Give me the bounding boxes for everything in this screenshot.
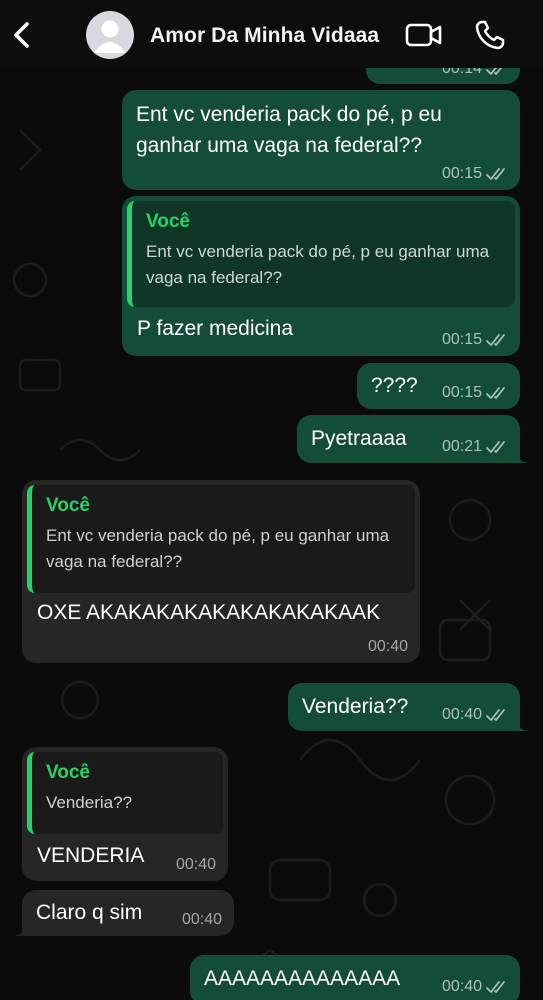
message-meta: 00:40 [182,911,222,929]
message-time: 00:40 [181,911,222,928]
quote-author: Você [46,495,91,516]
message-meta: 00:15 [442,384,508,402]
quote-text: Venderia?? [46,793,133,812]
double-check-icon [486,334,505,346]
message-bubble-incoming[interactable]: Você Venderia?? VENDERIA 00:40 [22,747,228,881]
message-bubble-outgoing[interactable]: Ent vc venderia pack do pé, p eu ganhar … [122,90,520,190]
message-meta: 00:40 [442,978,508,996]
message-text: Ent vc venderia pack do pé, p eu ganhar … [136,103,442,157]
message-meta: 00:40 [176,856,216,874]
message-time: 00:40 [441,978,482,995]
double-check-icon [486,168,505,180]
double-check-icon [486,387,505,399]
message-time: 00:21 [441,438,482,455]
message-time: 00:15 [441,384,482,401]
quote-text: Ent vc venderia pack do pé, p eu ganhar … [46,526,390,571]
contact-name[interactable]: Amor Da Minha Vidaaa [150,24,379,48]
message-meta: 00:40 [442,706,508,724]
double-check-icon [486,709,505,721]
message-bubble-incoming[interactable]: Claro q sim 00:40 [14,890,234,936]
message-time: 00:15 [441,165,482,182]
quote-author: Você [46,762,91,783]
chevron-left-icon[interactable] [8,20,36,50]
message-bubble-outgoing[interactable]: AAAAAAAAAAAAAA 00:40 [190,955,520,1000]
quoted-message[interactable]: Você Venderia?? [27,752,223,834]
message-bubble-outgoing[interactable]: Pyetraaaa 00:21 [297,415,528,463]
bubble-tail [14,920,28,936]
quote-author: Você [146,211,191,232]
avatar[interactable] [86,11,134,59]
message-bubble-incoming[interactable]: Você Ent vc venderia pack do pé, p eu ga… [22,480,420,663]
message-meta: 00:15 [442,331,508,349]
message-meta: 00:40 [368,638,408,656]
chat-header: Amor Da Minha Vidaaa [0,0,543,68]
quoted-message[interactable]: Você Ent vc venderia pack do pé, p eu ga… [127,201,515,307]
message-time: 00:40 [175,856,216,873]
quoted-message[interactable]: Você Ent vc venderia pack do pé, p eu ga… [27,485,415,593]
video-call-icon[interactable] [405,22,443,48]
message-time: 00:15 [441,331,482,348]
message-bubble-outgoing[interactable]: Você Ent vc venderia pack do pé, p eu ga… [122,196,520,356]
message-text: OXE AKAKAKAKAKAKAKAKAKAAK [37,601,381,624]
message-bubble-outgoing[interactable]: ???? 00:15 [357,363,520,409]
bubble-tail [514,447,528,463]
quote-text: Ent vc venderia pack do pé, p eu ganhar … [146,242,490,287]
double-check-icon [486,441,505,453]
message-meta: 00:21 [442,438,508,456]
message-time: 00:40 [441,706,482,723]
message-meta: 00:15 [442,165,508,183]
message-bubble-outgoing[interactable]: Venderia?? 00:40 [288,683,528,731]
bubble-tail [514,715,528,731]
phone-call-icon[interactable] [474,19,506,51]
message-time: 00:40 [367,638,408,655]
double-check-icon [486,981,505,993]
default-avatar-icon [94,20,126,53]
